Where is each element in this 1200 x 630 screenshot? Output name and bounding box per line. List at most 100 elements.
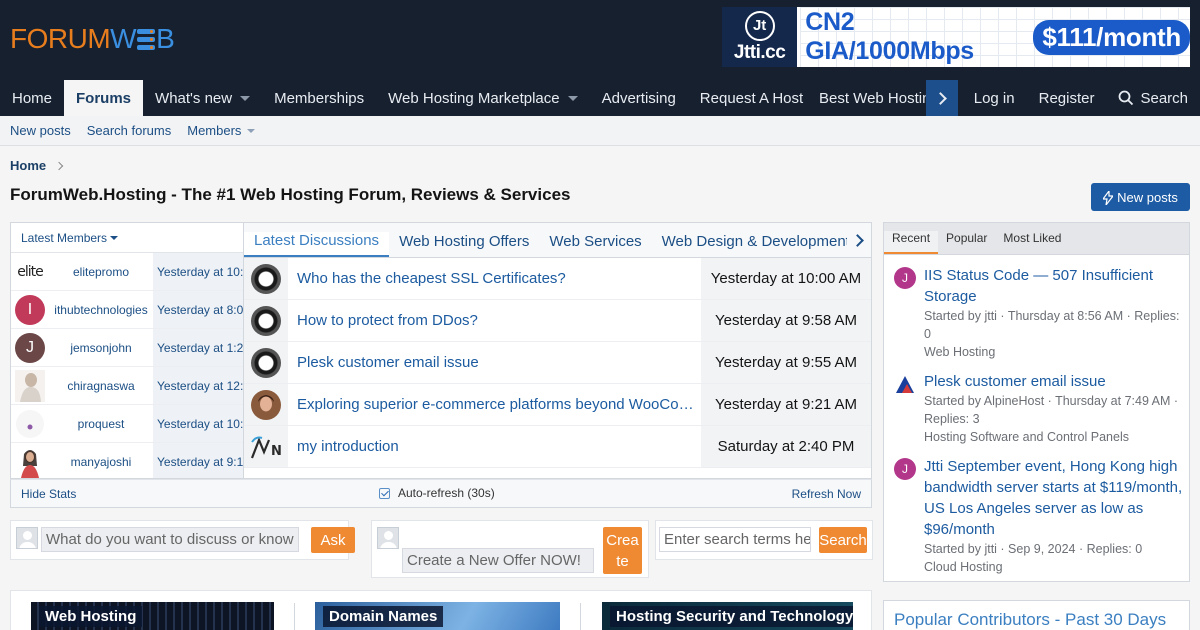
breadcrumb-home[interactable]: Home (10, 158, 46, 173)
subnav-new-posts[interactable]: New posts (10, 123, 71, 138)
sidebar-thread-title[interactable]: Plesk customer email issue (924, 371, 1184, 392)
new-posts-label: New posts (1117, 189, 1178, 205)
member-row[interactable]: elite elitepromo Yesterday at 10:4 (11, 253, 243, 291)
avatar-text: elite (17, 263, 43, 280)
avatar[interactable] (244, 384, 288, 425)
recent-sidebar: Recent Popular Most Liked J IIS Status C… (883, 222, 1190, 582)
logo-text-w: W (110, 23, 137, 54)
search-input[interactable]: Enter search terms her (659, 527, 811, 552)
tab-web-hosting-offers[interactable]: Web Hosting Offers (389, 233, 539, 257)
ask-input[interactable]: What do you want to discuss or know ab (41, 527, 299, 552)
sidebar-thread-title[interactable]: Jtti September event, Hong Kong high ban… (924, 456, 1184, 540)
sidebar-tabs: Recent Popular Most Liked (884, 223, 1189, 255)
member-row[interactable]: I ithubtechnologies Yesterday at 8:0 (11, 291, 243, 329)
hide-stats-link[interactable]: Hide Stats (21, 487, 76, 501)
thread-title[interactable]: Exploring superior e-commerce platforms … (288, 396, 701, 413)
avatar[interactable]: elite (11, 253, 49, 290)
nav-memberships[interactable]: Memberships (262, 80, 376, 116)
sidebar-thread-forum[interactable]: Hosting Software and Control Panels (924, 428, 1184, 446)
banner-headline: CN2 GIA/1000Mbps (805, 8, 974, 65)
member-name[interactable]: proquest (49, 417, 153, 431)
member-row[interactable]: chiragnaswa Yesterday at 12:0 (11, 367, 243, 405)
avatar (16, 527, 38, 549)
subnav-members[interactable]: Members (187, 123, 256, 138)
thread-title[interactable]: How to protect from DDos? (288, 312, 701, 329)
avatar[interactable]: I (11, 291, 49, 328)
nav-request-host[interactable]: Request A Host (688, 80, 815, 116)
avatar[interactable] (11, 405, 49, 442)
login-link[interactable]: Log in (962, 80, 1027, 116)
category-card[interactable]: Domain Names (315, 602, 560, 630)
nav-advertising[interactable]: Advertising (590, 80, 688, 116)
thread-row[interactable]: Who has the cheapest SSL Certificates? Y… (244, 258, 871, 300)
member-row[interactable]: J jemsonjohn Yesterday at 1:2 (11, 329, 243, 367)
proquest-logo-icon (16, 409, 44, 438)
latest-members-toggle[interactable]: Latest Members (11, 223, 243, 253)
sidebar-thread-meta: Started by jtti · Thursday at 8:56 AM · … (924, 309, 1180, 341)
thread-row[interactable]: N my introduction Saturday at 2:40 PM (244, 426, 871, 468)
avatar[interactable] (244, 342, 288, 383)
member-row[interactable]: proquest Yesterday at 10:5 (11, 405, 243, 443)
tab-most-liked[interactable]: Most Liked (995, 231, 1069, 254)
offer-input[interactable]: Create a New Offer NOW! (402, 548, 594, 573)
subnav-search-forums[interactable]: Search forums (87, 123, 172, 138)
ask-button[interactable]: Ask (311, 527, 355, 553)
thread-row[interactable]: How to protect from DDos? Yesterday at 9… (244, 300, 871, 342)
tab-popular[interactable]: Popular (938, 231, 995, 254)
chevron-down-icon[interactable] (567, 95, 578, 101)
category-card[interactable]: Web Hosting (31, 602, 274, 630)
avatar[interactable] (244, 258, 288, 299)
member-row[interactable]: manyajoshi Yesterday at 9:1 (11, 443, 243, 478)
sidebar-thread-forum[interactable]: Web Hosting (924, 343, 1184, 361)
chevron-down-icon[interactable] (240, 95, 251, 101)
thread-title[interactable]: Who has the cheapest SSL Certificates? (288, 270, 701, 287)
ad-banner[interactable]: Jt Jtti.cc CN2 GIA/1000Mbps $111/month (722, 7, 1190, 67)
avatar[interactable]: J (11, 329, 49, 366)
member-name[interactable]: jemsonjohn (49, 341, 153, 355)
thread-title[interactable]: Plesk customer email issue (288, 354, 701, 371)
category-card[interactable]: Hosting Security and Technology (602, 602, 853, 630)
chevron-right-icon (54, 161, 64, 170)
member-name[interactable]: chiragnaswa (49, 379, 153, 393)
create-offer-button[interactable]: Create (603, 527, 642, 574)
register-link[interactable]: Register (1027, 80, 1107, 116)
avatar[interactable] (894, 373, 916, 395)
member-name[interactable]: manyajoshi (49, 455, 153, 469)
nav-marketplace[interactable]: Web Hosting Marketplace (376, 80, 589, 116)
search-link[interactable]: Search (1106, 80, 1200, 116)
refresh-now-link[interactable]: Refresh Now (792, 487, 861, 501)
nav-marketplace-label: Web Hosting Marketplace (388, 89, 560, 107)
logo-text-forum: FORUM (10, 23, 111, 54)
new-posts-button[interactable]: New posts (1091, 183, 1190, 211)
auto-refresh-checkbox[interactable] (379, 487, 390, 499)
tab-web-design[interactable]: Web Design & Development (652, 233, 860, 257)
thread-title[interactable]: my introduction (288, 438, 701, 455)
thread-time: Yesterday at 9:55 AM (701, 342, 871, 383)
tab-web-services[interactable]: Web Services (539, 233, 651, 257)
avatar[interactable] (244, 300, 288, 341)
nav-forums[interactable]: Forums (64, 80, 144, 117)
sidebar-thread-title[interactable]: IIS Status Code — 507 Insufficient Stora… (924, 265, 1184, 307)
nav-scroll-right[interactable] (926, 80, 958, 116)
thread-row[interactable]: Plesk customer email issue Yesterday at … (244, 342, 871, 384)
avatar[interactable]: N (244, 426, 288, 467)
thread-row[interactable]: Exploring superior e-commerce platforms … (244, 384, 871, 426)
tab-recent[interactable]: Recent (884, 231, 939, 254)
avatar[interactable]: J (894, 267, 916, 289)
auto-refresh-toggle[interactable]: Auto-refresh (30s) (379, 486, 495, 500)
search-button[interactable]: Search (819, 527, 867, 553)
member-name[interactable]: ithubtechnologies (49, 303, 153, 317)
avatar[interactable]: J (894, 458, 916, 480)
tab-latest-discussions[interactable]: Latest Discussions (244, 232, 390, 257)
sidebar-thread: J IIS Status Code — 507 Insufficient Sto… (894, 265, 1184, 361)
member-name[interactable]: elitepromo (49, 265, 153, 279)
avatar[interactable] (11, 367, 49, 404)
avatar[interactable] (11, 443, 49, 478)
sidebar-thread: J Jtti September event, Hong Kong high b… (894, 456, 1184, 576)
nav-whats-new[interactable]: What's new (143, 80, 262, 116)
sidebar-thread-forum[interactable]: Cloud Hosting (924, 558, 1184, 576)
nav-home[interactable]: Home (0, 80, 64, 116)
tabs-scroll-right[interactable] (847, 223, 871, 257)
site-logo[interactable]: FORUM W B (10, 22, 175, 56)
globe-avatar-icon (251, 263, 281, 294)
